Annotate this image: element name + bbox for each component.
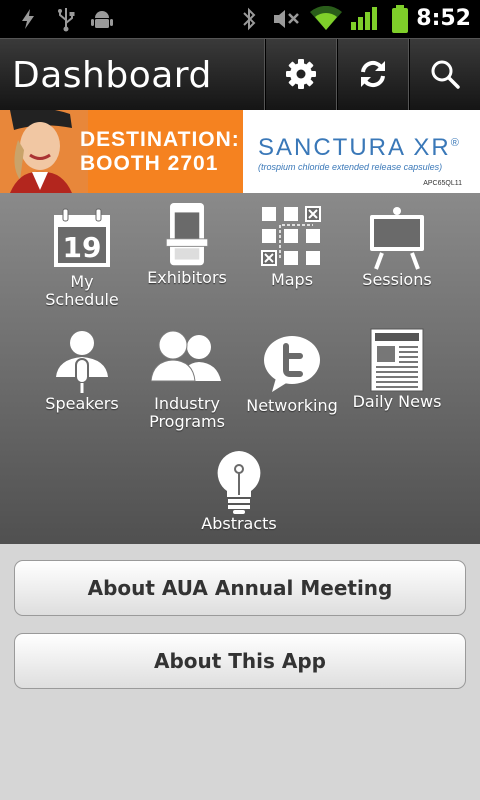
tile-label: Exhibitors bbox=[147, 268, 227, 287]
booth-icon bbox=[165, 203, 209, 266]
tile-daily-news[interactable]: Daily News bbox=[342, 327, 452, 411]
dashboard-grid: 19 My Schedule Exhibitors Maps Sessions … bbox=[0, 193, 480, 544]
banner-line2: BOOTH 2701 bbox=[80, 152, 219, 175]
bluetooth-icon bbox=[243, 7, 256, 31]
banner-code: APC65QL11 bbox=[423, 180, 462, 187]
gear-icon bbox=[286, 59, 316, 89]
banner-headline: DESTINATION: BOOTH 2701 bbox=[80, 128, 240, 176]
tile-sessions[interactable]: Sessions bbox=[342, 205, 452, 289]
tile-abstracts[interactable]: Abstracts bbox=[184, 449, 294, 533]
banner-person-image bbox=[0, 110, 88, 193]
about-meeting-button[interactable]: About AUA Annual Meeting bbox=[14, 560, 466, 616]
twitter-bubble-icon bbox=[264, 336, 320, 392]
android-icon bbox=[91, 11, 113, 28]
calendar-icon: 19 bbox=[54, 208, 110, 267]
tile-label: Maps bbox=[270, 270, 314, 289]
tile-label: Sessions bbox=[362, 270, 432, 289]
tile-speakers[interactable]: Speakers bbox=[27, 329, 137, 413]
status-time: 8:52 bbox=[416, 6, 471, 31]
calendar-day: 19 bbox=[63, 231, 102, 264]
tile-label: Networking bbox=[246, 396, 338, 415]
tile-my-schedule[interactable]: 19 My Schedule bbox=[27, 207, 137, 309]
map-icon bbox=[261, 206, 321, 266]
wifi-icon bbox=[310, 6, 342, 30]
tile-exhibitors[interactable]: Exhibitors bbox=[132, 203, 242, 287]
settings-button[interactable] bbox=[264, 39, 337, 110]
easel-icon bbox=[370, 207, 424, 270]
banner-brand-name: SANCTURA XR bbox=[258, 134, 451, 161]
tile-label: Industry Programs bbox=[149, 394, 225, 431]
tile-label: Speakers bbox=[45, 394, 119, 413]
ad-banner[interactable]: DESTINATION: BOOTH 2701 SANCTURA XR® (tr… bbox=[0, 110, 480, 193]
newspaper-icon bbox=[370, 328, 424, 392]
tile-networking[interactable]: Networking bbox=[237, 331, 347, 415]
refresh-icon bbox=[361, 60, 385, 88]
volume-muted-icon bbox=[274, 10, 299, 28]
banner-subtitle: (trospium chloride extended release caps… bbox=[258, 162, 443, 172]
tile-label: Daily News bbox=[352, 392, 442, 411]
people-icon bbox=[151, 330, 221, 382]
tile-label: My Schedule bbox=[45, 272, 119, 309]
status-bar: 8:52 bbox=[0, 0, 480, 38]
usb-icon bbox=[58, 8, 75, 32]
banner-brand: SANCTURA XR® bbox=[258, 134, 461, 162]
flash-icon bbox=[22, 9, 34, 29]
banner-line1: DESTINATION: bbox=[80, 128, 240, 151]
banner-brand-mark: ® bbox=[450, 137, 461, 149]
tile-industry-programs[interactable]: Industry Programs bbox=[132, 329, 242, 431]
lightbulb-icon bbox=[217, 451, 261, 514]
tile-label: Abstracts bbox=[201, 514, 277, 533]
tile-maps[interactable]: Maps bbox=[237, 205, 347, 289]
action-bar: Dashboard bbox=[0, 38, 480, 110]
battery-icon bbox=[392, 5, 408, 33]
search-button[interactable] bbox=[408, 39, 480, 110]
speaker-icon bbox=[56, 331, 108, 393]
page-title: Dashboard bbox=[12, 55, 212, 96]
signal-icon bbox=[351, 7, 377, 30]
refresh-button[interactable] bbox=[336, 39, 409, 110]
search-icon bbox=[431, 60, 460, 89]
about-app-button[interactable]: About This App bbox=[14, 633, 466, 689]
